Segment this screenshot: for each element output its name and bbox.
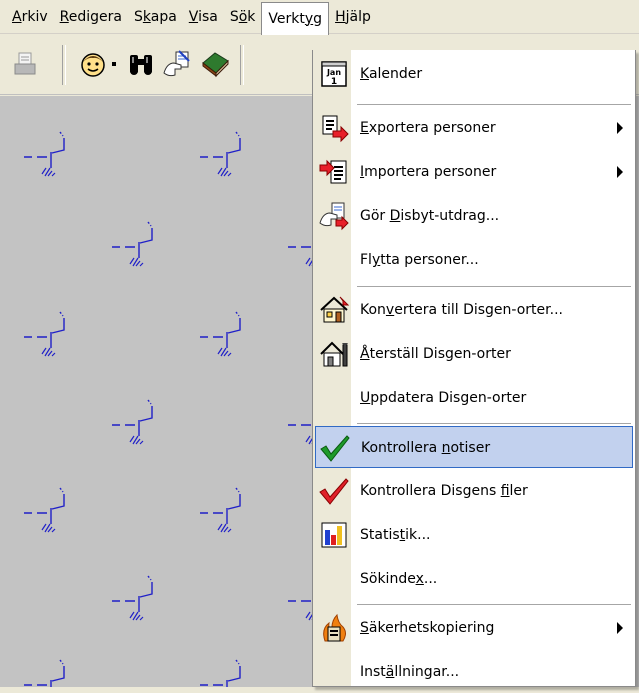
- menu-item-label: Kontrollera Disgens filer: [360, 483, 528, 499]
- toolbar-separator: [62, 45, 66, 85]
- menu-item-label: Säkerhetskopiering: [360, 620, 495, 636]
- svg-text:Jan: Jan: [326, 68, 341, 77]
- tree-glyph-icon: [111, 399, 153, 445]
- dot-icon: [112, 62, 116, 66]
- menu-item-label: Kontrollera notiser: [361, 440, 491, 456]
- menu-skapa[interactable]: Skapa: [128, 2, 183, 32]
- menu-item-label: Återställ Disgen-orter: [360, 346, 511, 362]
- menu-hjalp[interactable]: Hjälp: [329, 2, 377, 32]
- green-check-icon: [320, 435, 350, 462]
- red-check-icon: [319, 478, 349, 505]
- menu-item-exportera-personer[interactable]: Exportera personer: [315, 107, 633, 149]
- binoculars-icon: [130, 55, 152, 75]
- menu-redigera[interactable]: Redigera: [54, 2, 128, 32]
- house-restore-icon: [320, 341, 348, 367]
- submenu-arrow-icon: [617, 166, 623, 178]
- menu-item-label: Uppdatera Disgen-orter: [360, 390, 527, 406]
- menu-item-importera-personer[interactable]: Importera personer: [315, 151, 633, 193]
- export-icon: [322, 115, 349, 143]
- person-dropdown-button[interactable]: [104, 47, 124, 81]
- menu-item-kalender[interactable]: Jan 1 Kalender: [315, 53, 633, 95]
- menu-separator: [357, 604, 631, 605]
- tree-glyph-icon: [23, 487, 65, 533]
- tree-glyph-icon: [199, 659, 241, 687]
- printer-icon: [14, 52, 36, 75]
- menu-separator: [357, 286, 631, 287]
- backup-fire-icon: [323, 613, 346, 642]
- menu-item-label: Exportera personer: [360, 120, 496, 136]
- verktyg-dropdown-menu: Jan 1 Kalender Exportera personer Import…: [312, 50, 636, 687]
- menu-item-label: Flytta personer...: [360, 252, 479, 268]
- menu-item-label: Kalender: [360, 66, 423, 82]
- menu-item-gor-disbyt-utdrag[interactable]: Gör Disbyt-utdrag...: [315, 195, 633, 237]
- menu-item-kontrollera-disgens-filer[interactable]: Kontrollera Disgens filer: [315, 470, 633, 512]
- tree-glyph-icon: [199, 487, 241, 533]
- print-button[interactable]: [8, 47, 42, 81]
- calendar-icon: Jan 1: [321, 61, 347, 87]
- menu-item-flytta-personer[interactable]: Flytta personer...: [315, 239, 633, 281]
- submenu-arrow-icon: [617, 622, 623, 634]
- menu-arkiv[interactable]: Arkiv: [6, 2, 54, 32]
- menu-item-aterstall-disgen-orter[interactable]: Återställ Disgen-orter: [315, 333, 633, 375]
- menu-item-label: Statistik...: [360, 527, 431, 543]
- menu-item-label: Importera personer: [360, 164, 497, 180]
- toolbar-separator: [240, 45, 244, 85]
- tree-glyph-icon: [199, 131, 241, 177]
- tree-glyph-icon: [23, 311, 65, 357]
- book-icon: [202, 52, 229, 78]
- hand-document-button[interactable]: [160, 47, 194, 81]
- import-icon: [319, 159, 347, 184]
- menu-verktyg[interactable]: Verktyg: [261, 1, 330, 36]
- search-button[interactable]: [124, 47, 158, 81]
- house-convert-icon: [320, 296, 350, 323]
- svg-text:1: 1: [331, 77, 337, 87]
- menu-item-sakerhetskopiering[interactable]: Säkerhetskopiering: [315, 607, 633, 649]
- menu-visa[interactable]: Visa: [183, 2, 224, 32]
- tree-glyph-icon: [111, 575, 153, 621]
- menu-item-kontrollera-notiser[interactable]: Kontrollera notiser: [315, 426, 633, 468]
- submenu-arrow-icon: [617, 122, 623, 134]
- menu-sok[interactable]: Sök: [224, 2, 262, 32]
- menu-bar: Arkiv Redigera Skapa Visa Sök Verktyg Hj…: [0, 0, 639, 36]
- hand-document-icon: [163, 50, 190, 77]
- disbyt-extract-icon: [319, 202, 349, 231]
- menu-separator: [357, 423, 631, 424]
- tree-glyph-icon: [23, 659, 65, 687]
- menu-item-label: Sökindex...: [360, 571, 438, 587]
- menu-separator: [357, 104, 631, 105]
- book-button[interactable]: [198, 47, 232, 81]
- menu-item-uppdatera-disgen-orter[interactable]: Uppdatera Disgen-orter: [315, 377, 633, 419]
- tree-glyph-icon: [199, 311, 241, 357]
- tree-glyph-icon: [111, 221, 153, 267]
- menu-item-label: Gör Disbyt-utdrag...: [360, 208, 500, 224]
- menu-item-konvertera-till-disgen-orter[interactable]: Konvertera till Disgen-orter...: [315, 289, 633, 331]
- menu-item-label: Konvertera till Disgen-orter...: [360, 302, 563, 318]
- bar-chart-icon: [321, 522, 347, 548]
- tree-glyph-icon: [23, 131, 65, 177]
- menu-item-sokindex[interactable]: Sökindex...: [315, 558, 633, 600]
- menu-item-statistik[interactable]: Statistik...: [315, 514, 633, 556]
